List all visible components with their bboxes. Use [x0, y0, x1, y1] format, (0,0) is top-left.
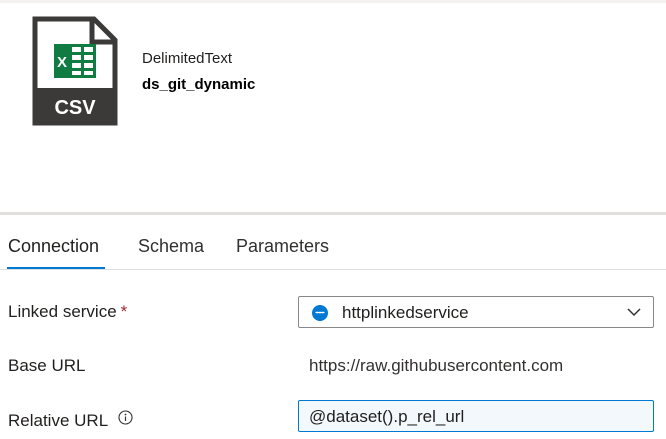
- csv-file-icon: X CSV: [32, 16, 118, 126]
- tab-parameters[interactable]: Parameters: [236, 236, 329, 257]
- info-icon[interactable]: [118, 410, 133, 425]
- linked-service-dropdown[interactable]: httplinkedservice: [298, 296, 654, 328]
- relative-url-input[interactable]: @dataset().p_rel_url: [298, 400, 654, 432]
- dataset-name[interactable]: ds_git_dynamic: [142, 76, 255, 93]
- header-divider[interactable]: [0, 212, 666, 215]
- tab-connection[interactable]: Connection: [8, 236, 99, 257]
- dataset-type: DelimitedText: [142, 50, 233, 67]
- dataset-header: X CSV DelimitedText ds_git_dynamic: [0, 0, 666, 213]
- relative-url-label: Relative URL: [8, 410, 133, 431]
- dataset-editor: X CSV DelimitedText ds_git_dynamic Conne…: [0, 0, 666, 439]
- base-url-value: https://raw.githubusercontent.com: [309, 356, 564, 375]
- svg-text:X: X: [57, 54, 67, 71]
- relative-url-value: @dataset().p_rel_url: [309, 407, 465, 426]
- svg-text:CSV: CSV: [54, 97, 96, 119]
- linked-service-value: httplinkedservice: [342, 303, 469, 322]
- tabs-divider: [0, 269, 666, 270]
- http-service-icon: [312, 305, 328, 321]
- linked-service-label: Linked service *: [8, 302, 128, 321]
- base-url-label: Base URL: [8, 356, 86, 375]
- tab-bar: Connection Schema Parameters: [0, 222, 666, 270]
- tab-schema[interactable]: Schema: [138, 236, 204, 257]
- chevron-down-icon: [627, 308, 641, 317]
- required-marker: *: [120, 302, 128, 321]
